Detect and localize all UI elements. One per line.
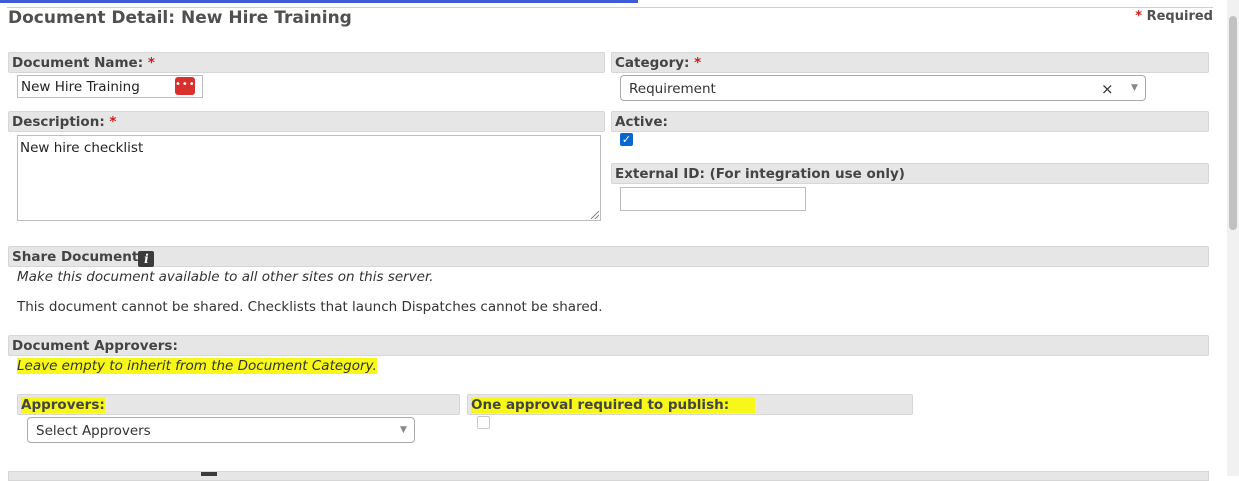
active-checkbox[interactable]: ✓: [620, 133, 633, 146]
share-document-label-bar: Share Document i: [8, 246, 1209, 267]
info-icon[interactable]: [201, 472, 217, 476]
external-id-input[interactable]: [620, 187, 806, 211]
share-document-hint: Make this document available to all othe…: [17, 269, 434, 285]
category-required-asterisk: *: [694, 55, 702, 71]
share-document-message: This document cannot be shared. Checklis…: [17, 299, 603, 315]
approvers-placeholder: Select Approvers: [36, 423, 151, 439]
external-id-label-bar: External ID: (For integration use only): [611, 163, 1209, 184]
share-document-label: Share Document: [12, 249, 139, 265]
next-section-bar: [8, 471, 1209, 481]
active-label: Active:: [615, 114, 668, 130]
document-name-label-bar: Document Name: *: [8, 52, 605, 73]
active-label-bar: Active:: [611, 111, 1209, 132]
category-label: Category:: [615, 55, 690, 71]
document-approvers-hint-text: Leave empty to inherit from the Document…: [17, 358, 377, 374]
required-asterisk: *: [1135, 9, 1143, 24]
page-title: Document Detail: New Hire Training: [8, 8, 352, 28]
scrollbar-thumb[interactable]: [1229, 16, 1237, 230]
chevron-down-icon[interactable]: ▼: [1131, 83, 1138, 93]
one-approval-label: One approval required to publish:: [471, 397, 756, 413]
document-name-required-asterisk: *: [147, 55, 155, 71]
document-approvers-hint: Leave empty to inherit from the Document…: [16, 358, 381, 374]
approvers-select[interactable]: Select Approvers ▼: [27, 417, 415, 443]
document-approvers-label-bar: Document Approvers:: [8, 335, 1209, 356]
document-approvers-label: Document Approvers:: [12, 338, 178, 354]
category-selected-value: Requirement: [629, 81, 716, 97]
external-id-label: External ID: (For integration use only): [615, 166, 905, 182]
required-note: * Required: [1135, 9, 1213, 24]
top-accent-bar: [0, 0, 638, 3]
clear-icon[interactable]: ×: [1101, 80, 1114, 98]
approvers-label: Approvers:: [21, 397, 105, 413]
category-select[interactable]: Requirement × ▼: [620, 75, 1146, 101]
required-label: Required: [1146, 9, 1213, 24]
approvers-label-bar: Approvers:: [17, 394, 460, 415]
description-label: Description:: [12, 114, 105, 130]
one-approval-checkbox[interactable]: [477, 416, 490, 429]
description-required-asterisk: *: [109, 114, 117, 130]
description-value: New hire checklist: [20, 140, 144, 156]
one-approval-label-bar: One approval required to publish:: [467, 394, 913, 415]
resize-handle-icon[interactable]: [591, 211, 599, 219]
description-label-bar: Description: *: [8, 111, 605, 132]
description-textarea[interactable]: New hire checklist: [17, 135, 601, 221]
vertical-scrollbar[interactable]: [1227, 0, 1239, 476]
more-dots-icon[interactable]: •••: [175, 77, 195, 95]
info-icon[interactable]: i: [138, 251, 155, 267]
chevron-down-icon[interactable]: ▼: [400, 425, 407, 435]
category-label-bar: Category: *: [611, 52, 1209, 73]
document-name-label: Document Name:: [12, 55, 144, 71]
